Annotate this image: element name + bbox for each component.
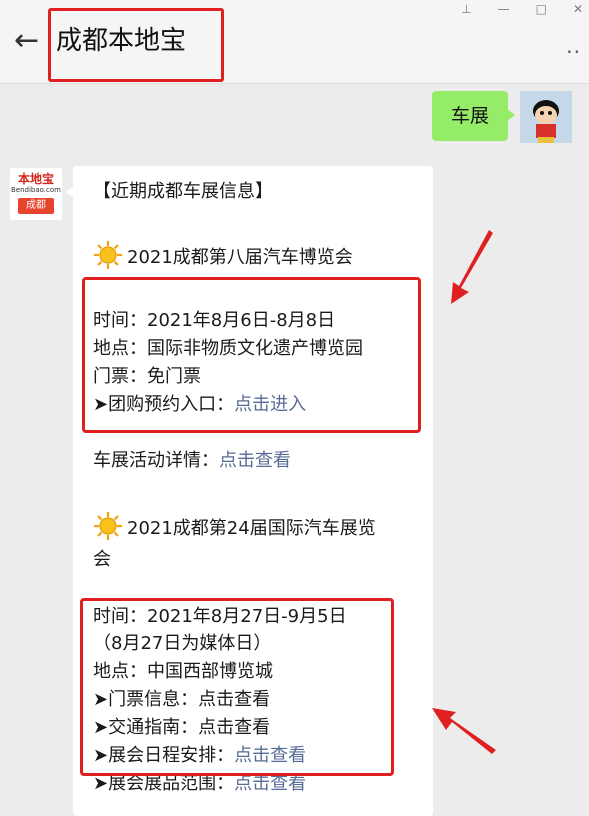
event2-title-line2: 会 [93, 549, 111, 570]
red-arrow-icon [432, 708, 496, 754]
details-row: 车展活动详情：点击查看 [93, 448, 291, 474]
cartoon-avatar-icon [520, 91, 572, 143]
sent-message-bubble[interactable]: 车展 [432, 91, 515, 141]
event1-title: 2021成都第八届汽车博览会 [127, 247, 353, 268]
logo-text: 本地宝 [17, 172, 54, 186]
user-avatar[interactable] [520, 91, 572, 143]
event2-scope-link[interactable]: 点击查看 [234, 773, 306, 794]
event2-title-row: 2021成都第24届国际汽车展览 [93, 511, 376, 542]
event2-title-line1: 2021成都第24届国际汽车展览 [127, 518, 376, 539]
logo-city: 成都 [18, 198, 54, 214]
minimize-icon[interactable]: — [498, 0, 510, 18]
message-heading: 【近期成都车展信息】 [93, 181, 273, 202]
highlight-box-event2 [80, 598, 394, 776]
sun-icon [94, 241, 122, 269]
sent-message-text: 车展 [450, 105, 489, 127]
details-label: 车展活动详情： [93, 450, 219, 471]
sun-icon [94, 512, 122, 540]
close-icon[interactable]: ✕ [573, 0, 583, 18]
window-controls: ⊥ — □ ✕ [461, 0, 583, 18]
logo-subtext: Bendibao.com [10, 186, 61, 194]
more-icon[interactable]: ·· [566, 40, 581, 64]
bot-avatar[interactable]: 本地宝 Bendibao.com 成都 [10, 168, 62, 220]
details-link[interactable]: 点击查看 [219, 450, 291, 471]
title-bar: ⊥ — □ ✕ ← 成都本地宝 ·· [0, 0, 589, 84]
pin-icon[interactable]: ⊥ [461, 0, 471, 18]
back-arrow-icon[interactable]: ← [14, 26, 39, 56]
highlight-box-title [48, 8, 224, 82]
maximize-icon[interactable]: □ [536, 0, 547, 18]
event2-scope-label: ➤展会展品范围： [93, 773, 235, 794]
red-arrow-icon [451, 230, 493, 304]
highlight-box-event1 [82, 277, 421, 433]
event1-title-row: 2021成都第八届汽车博览会 [93, 240, 353, 271]
